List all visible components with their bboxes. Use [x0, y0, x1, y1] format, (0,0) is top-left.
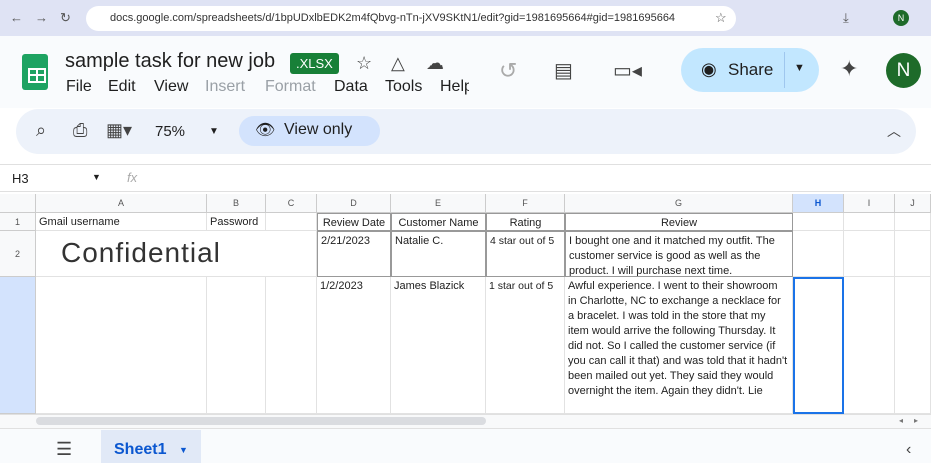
- menu-data[interactable]: Data: [334, 78, 368, 96]
- name-box-dropdown-icon[interactable]: ▼: [92, 172, 101, 182]
- gemini-icon[interactable]: ✦: [840, 56, 858, 82]
- xlsx-badge: .XLSX: [290, 53, 339, 74]
- view-options-icon[interactable]: ▦▾: [106, 120, 132, 141]
- row-header-1[interactable]: 1: [0, 213, 36, 231]
- zoom-dropdown-icon[interactable]: ▼: [209, 126, 219, 137]
- doc-title[interactable]: sample task for new job: [65, 50, 275, 73]
- print-icon[interactable]: ⎙: [73, 120, 87, 141]
- cell-d3[interactable]: 1/2/2023: [317, 277, 391, 414]
- cell-i2[interactable]: [844, 231, 895, 277]
- column-header-d[interactable]: D: [317, 194, 391, 213]
- cell-g2[interactable]: I bought one and it matched my outfit. T…: [565, 231, 793, 277]
- forward-icon[interactable]: →: [35, 10, 48, 25]
- menu-insert[interactable]: Insert: [205, 78, 245, 96]
- eye-icon: 👁: [255, 122, 276, 139]
- row-header-2[interactable]: 2: [0, 231, 36, 277]
- globe-icon: ◉: [701, 59, 717, 79]
- cell-d2[interactable]: 2/21/2023: [317, 231, 391, 277]
- share-dropdown-icon[interactable]: ▼: [794, 62, 805, 74]
- cell-j1[interactable]: [895, 213, 931, 231]
- reload-icon[interactable]: ↻: [60, 10, 71, 26]
- cell-b3[interactable]: [207, 277, 266, 414]
- row-header-3[interactable]: [0, 277, 36, 414]
- search-icon[interactable]: ⌕: [36, 120, 46, 141]
- cell-g3[interactable]: Awful experience. I went to their showro…: [565, 277, 793, 414]
- sheet-tab-label: Sheet1: [114, 441, 167, 458]
- cell-j3[interactable]: [895, 277, 931, 414]
- cell-b1[interactable]: Password: [207, 213, 266, 231]
- menu-tools[interactable]: Tools: [385, 78, 422, 96]
- cell-a2[interactable]: Confidential: [36, 231, 317, 277]
- column-header-e[interactable]: E: [391, 194, 486, 213]
- bookmark-star-icon[interactable]: ☆: [715, 10, 727, 26]
- browser-avatar[interactable]: N: [893, 10, 909, 26]
- column-header-i[interactable]: I: [844, 194, 895, 213]
- cell-h1[interactable]: [793, 213, 844, 231]
- cell-h3-selected[interactable]: [793, 277, 844, 414]
- menu-view[interactable]: View: [154, 78, 188, 96]
- cell-a1[interactable]: Gmail username: [36, 213, 207, 231]
- toolbar: [16, 109, 916, 154]
- fx-icon: fx: [127, 170, 138, 185]
- cell-h2[interactable]: [793, 231, 844, 277]
- scroll-left-icon[interactable]: ◂: [899, 416, 903, 425]
- menu-file[interactable]: File: [66, 78, 92, 96]
- drive-add-icon[interactable]: △: [391, 53, 405, 74]
- cell-j2[interactable]: [895, 231, 931, 277]
- cell-d1[interactable]: Review Date: [317, 213, 391, 231]
- cell-f2[interactable]: 4 star out of 5: [486, 231, 565, 277]
- zoom-select[interactable]: 75%: [155, 123, 185, 140]
- column-header-j[interactable]: J: [895, 194, 931, 213]
- cell-g1[interactable]: Review: [565, 213, 793, 231]
- column-header-h[interactable]: H: [793, 194, 844, 213]
- cell-f1[interactable]: Rating: [486, 213, 565, 231]
- address-bar[interactable]: docs.google.com/spreadsheets/d/1bpUDxlbE…: [86, 6, 736, 31]
- name-box[interactable]: H3: [12, 171, 29, 186]
- back-icon[interactable]: ←: [10, 10, 23, 25]
- column-header-f[interactable]: F: [486, 194, 565, 213]
- cell-c3[interactable]: [266, 277, 317, 414]
- menu-format[interactable]: Format: [265, 78, 316, 96]
- download-icon[interactable]: ⤓: [843, 10, 849, 26]
- column-header-b[interactable]: B: [207, 194, 266, 213]
- meet-icon[interactable]: ▭◂: [613, 58, 642, 83]
- column-header-a[interactable]: A: [36, 194, 207, 213]
- menu-edit[interactable]: Edit: [108, 78, 136, 96]
- cell-e3[interactable]: James Blazick: [391, 277, 486, 414]
- cell-c1[interactable]: [266, 213, 317, 231]
- avatar[interactable]: N: [886, 53, 921, 88]
- comments-icon[interactable]: ▤: [554, 58, 573, 83]
- menu-help[interactable]: Help: [440, 78, 469, 96]
- sheets-logo-icon[interactable]: [22, 54, 48, 90]
- collapse-toolbar-icon[interactable]: ︿: [887, 121, 901, 141]
- view-only-button[interactable]: 👁 View only: [239, 116, 380, 146]
- cell-i1[interactable]: [844, 213, 895, 231]
- history-icon[interactable]: ↺: [499, 58, 517, 84]
- column-header-g[interactable]: G: [565, 194, 793, 213]
- cell-e1[interactable]: Customer Name: [391, 213, 486, 231]
- scroll-right-icon[interactable]: ▸: [914, 416, 918, 425]
- column-header-c[interactable]: C: [266, 194, 317, 213]
- star-icon[interactable]: ☆: [356, 53, 372, 74]
- select-all-corner[interactable]: [0, 194, 36, 213]
- cell-a3[interactable]: [36, 277, 207, 414]
- share-button[interactable]: ◉ Share ▼: [681, 48, 819, 92]
- horizontal-scrollbar-thumb[interactable]: [36, 417, 486, 425]
- formula-bar: H3 ▼ fx: [0, 164, 931, 192]
- cell-e2[interactable]: Natalie C.: [391, 231, 486, 277]
- view-only-label: View only: [284, 121, 353, 138]
- cell-i3[interactable]: [844, 277, 895, 414]
- collapse-sidebar-icon[interactable]: ‹: [906, 441, 911, 459]
- sheet-tab-sheet1[interactable]: Sheet1 ▼: [101, 430, 201, 463]
- cell-f3[interactable]: 1 star out of 5: [486, 277, 565, 414]
- all-sheets-icon[interactable]: ☰: [56, 439, 72, 460]
- sheet-tab-dropdown-icon[interactable]: ▼: [179, 445, 188, 455]
- share-label: Share: [728, 60, 774, 79]
- cloud-icon[interactable]: ☁: [426, 53, 444, 74]
